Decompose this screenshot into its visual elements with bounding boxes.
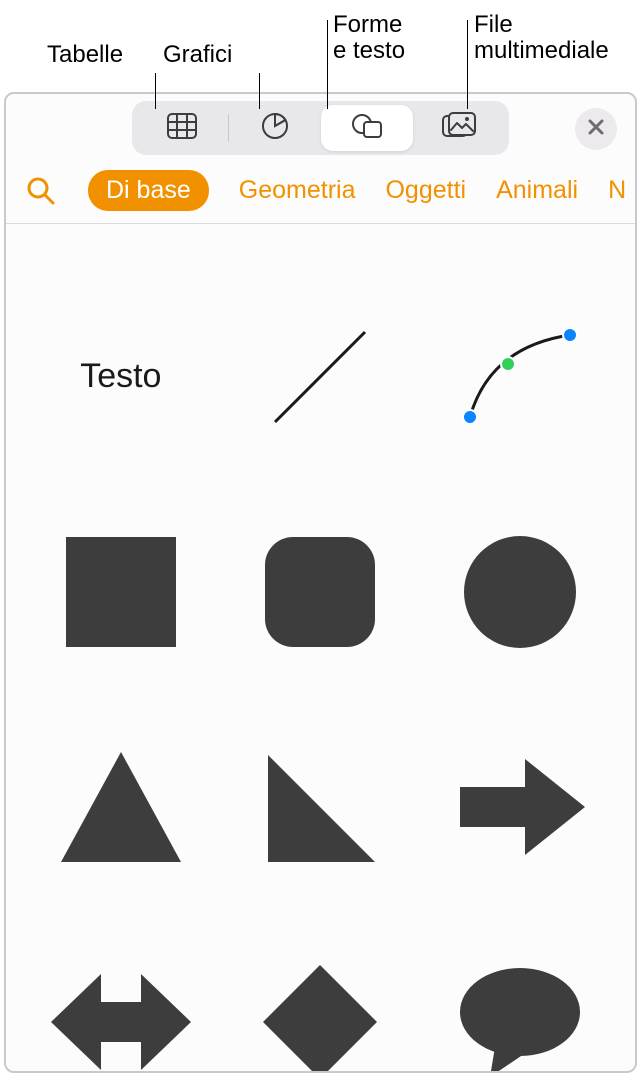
tables-tab[interactable] [136,105,228,151]
rounded-square-shape[interactable] [245,517,395,667]
category-tabs: Di base Geometria Oggetti Animali N [6,160,635,219]
segmented-control [132,101,509,155]
divider [6,223,635,224]
line-shape[interactable] [245,302,395,452]
line-icon [260,317,380,437]
callout-charts: Grafici [163,42,232,68]
rounded-square-icon [260,532,380,652]
category-geometry[interactable]: Geometria [239,176,356,205]
speech-bubble-icon [455,962,585,1074]
category-animals[interactable]: Animali [496,176,578,205]
image-icon [442,112,476,145]
arrow-left-right-shape[interactable] [46,947,196,1074]
close-icon [587,118,605,141]
speech-bubble-shape[interactable] [445,947,595,1074]
triangle-icon [56,747,186,867]
search-icon[interactable] [24,174,58,208]
shapes-icon [350,112,384,145]
callout-tables: Tabelle [47,42,123,68]
category-basic[interactable]: Di base [88,170,209,211]
table-icon [167,113,197,144]
shapes-text-tab[interactable] [321,105,413,151]
category-objects[interactable]: Oggetti [385,176,466,205]
diamond-icon [260,962,380,1074]
callouts-layer: Tabelle Grafici Forme e testo File multi… [0,0,641,92]
curve-shape[interactable] [445,302,595,452]
insert-panel: Di base Geometria Oggetti Animali N Test… [4,92,637,1073]
shapes-grid: Testo [6,234,635,1073]
square-shape[interactable] [46,517,196,667]
media-tab[interactable] [413,105,505,151]
callout-line [259,73,260,109]
callout-line [467,20,468,109]
circle-icon [460,532,580,652]
category-next-partial[interactable]: N [608,176,626,205]
square-icon [61,532,181,652]
arrow-right-shape[interactable] [445,732,595,882]
close-button[interactable] [575,108,617,150]
curve-icon [450,317,590,437]
callout-shapes-text: Forme e testo [333,12,405,65]
triangle-shape[interactable] [46,732,196,882]
arrow-left-right-icon [46,962,196,1074]
text-shape[interactable]: Testo [46,302,196,452]
right-triangle-icon [260,747,380,867]
charts-tab[interactable] [229,105,321,151]
arrow-right-icon [450,747,590,867]
circle-shape[interactable] [445,517,595,667]
toolbar [6,94,635,160]
diamond-shape[interactable] [245,947,395,1074]
pie-chart-icon [261,112,289,145]
callout-line [155,73,156,109]
callout-line [327,20,328,109]
callout-media: File multimediale [474,12,609,65]
right-triangle-shape[interactable] [245,732,395,882]
